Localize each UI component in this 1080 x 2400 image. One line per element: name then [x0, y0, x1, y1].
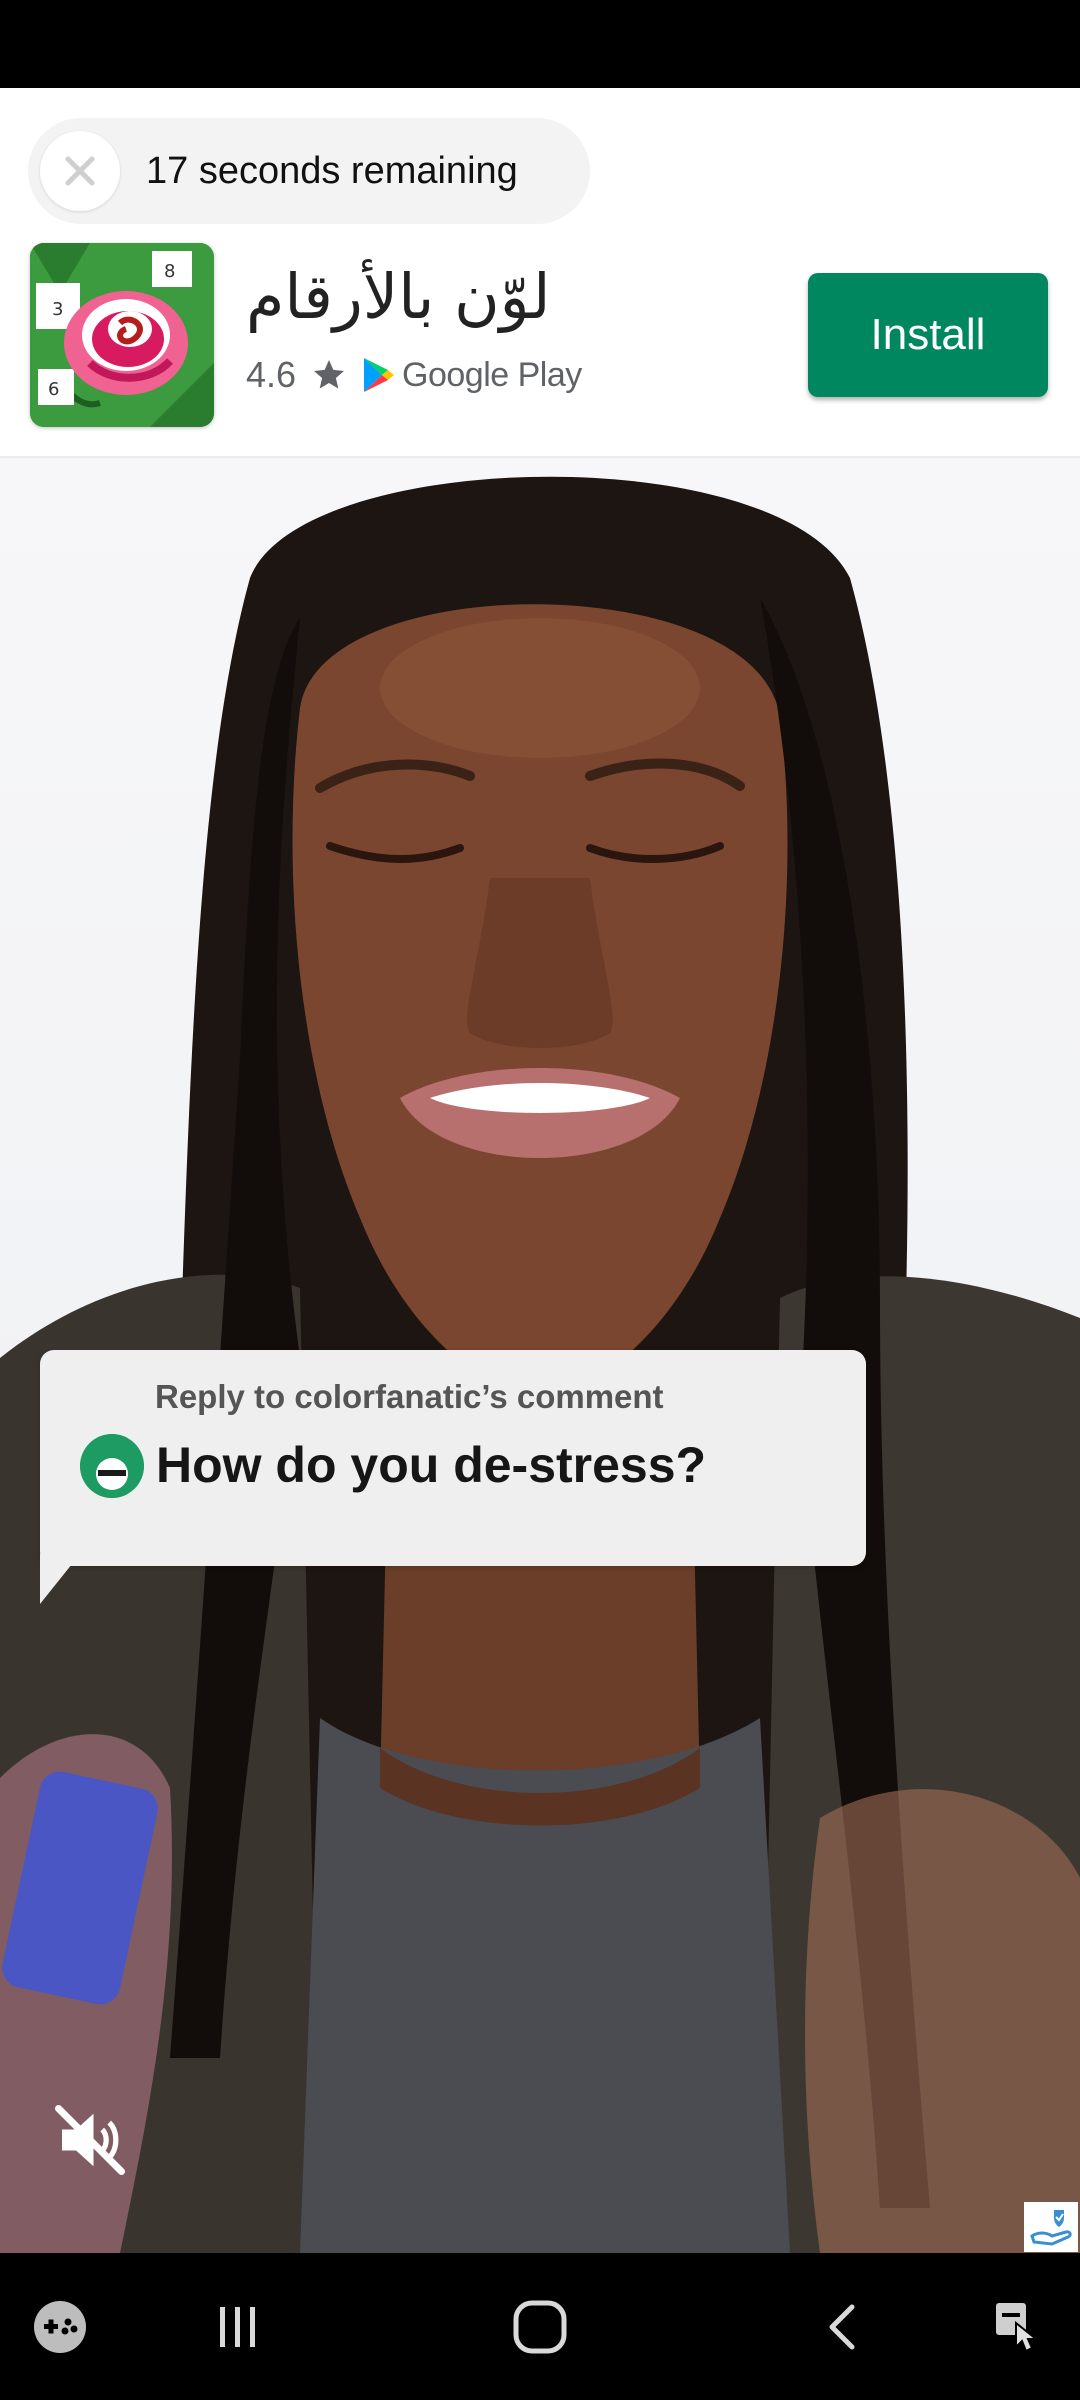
- comment-header: Reply to colorfanatic’s comment: [155, 1378, 664, 1415]
- svg-text:8: 8: [164, 261, 175, 282]
- google-play-logo-icon: [364, 358, 395, 392]
- store-name: Google Play: [402, 355, 582, 394]
- accessibility-button[interactable]: [974, 2283, 1062, 2371]
- navigation-bar: [0, 2253, 1080, 2400]
- svg-text:3: 3: [52, 299, 63, 320]
- mute-icon[interactable]: [48, 2098, 132, 2182]
- recents-icon: [220, 2307, 255, 2347]
- close-icon: [65, 156, 95, 186]
- comment-question: How do you de-stress?: [156, 1437, 707, 1493]
- app-name: لوّن بالأرقام: [246, 260, 551, 333]
- video-player[interactable]: Reply to colorfanatic’s comment How do y…: [0, 458, 1080, 2253]
- hand-check-badge-icon[interactable]: [1024, 2202, 1078, 2252]
- commenter-avatar: [80, 1434, 144, 1498]
- comment-reply-sticker: Reply to colorfanatic’s comment How do y…: [40, 1350, 866, 1566]
- game-controller-icon: [34, 2301, 86, 2353]
- comment-bubble-tail: [40, 1554, 80, 1604]
- ad-header: 17 seconds remaining 3 8 6 لوّن بالأرقام…: [0, 88, 1080, 458]
- app-icon[interactable]: 3 8 6: [30, 243, 214, 427]
- status-bar: [0, 0, 1080, 88]
- home-icon: [513, 2300, 567, 2354]
- install-button[interactable]: Install: [808, 273, 1048, 397]
- countdown-pill: 17 seconds remaining: [28, 118, 590, 224]
- star-icon: [314, 360, 345, 389]
- recents-button[interactable]: [194, 2283, 282, 2371]
- home-button[interactable]: [496, 2283, 584, 2371]
- svg-text:6: 6: [48, 379, 59, 400]
- accessibility-icon: [996, 2303, 1039, 2353]
- rating-value: 4.6: [246, 354, 297, 395]
- close-button[interactable]: [40, 131, 120, 211]
- screen: 17 seconds remaining 3 8 6 لوّن بالأرقام…: [0, 0, 1080, 2400]
- back-icon: [829, 2304, 855, 2350]
- countdown-text: 17 seconds remaining: [146, 149, 518, 192]
- back-button[interactable]: [800, 2283, 888, 2371]
- rating-row: 4.6 Google Play: [246, 350, 582, 400]
- game-controller-button[interactable]: [16, 2283, 104, 2371]
